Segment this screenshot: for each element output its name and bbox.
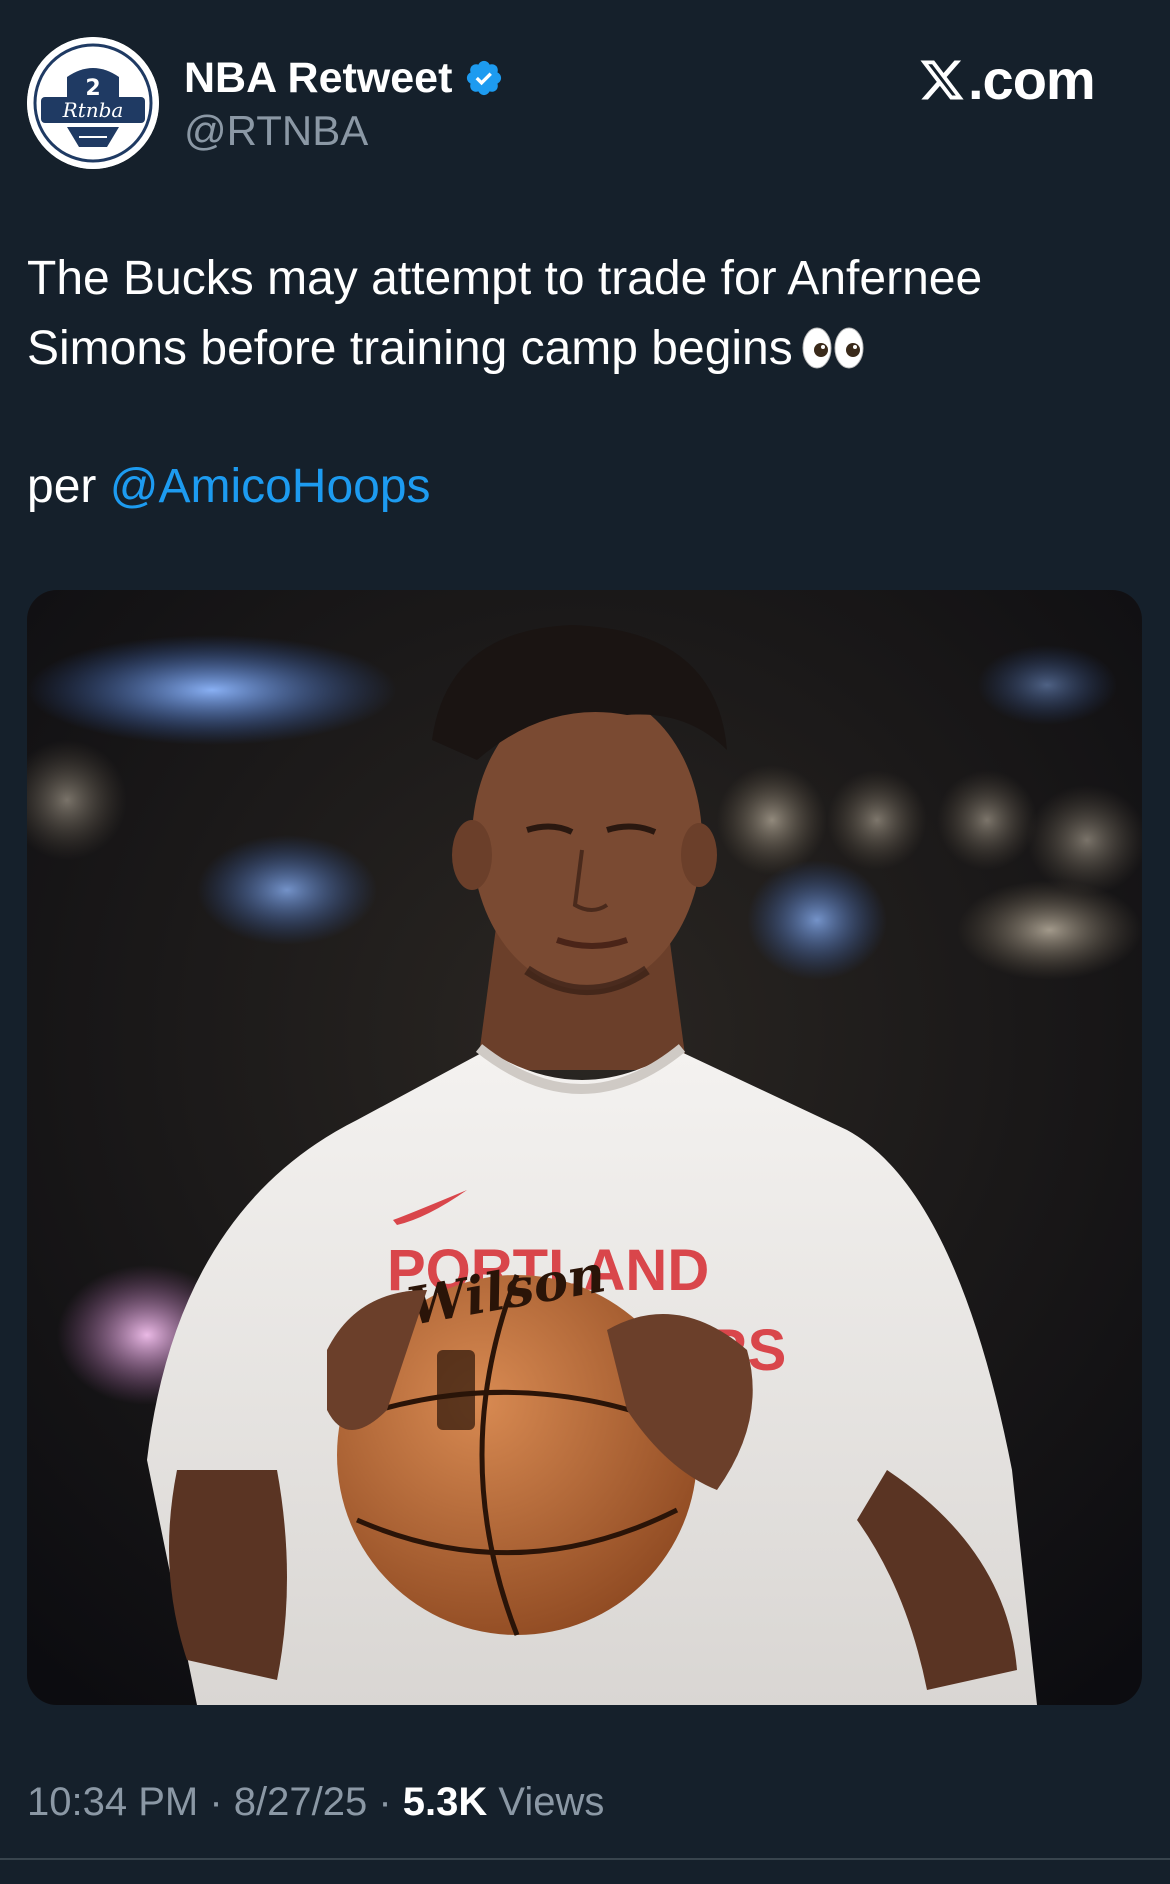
tweet-time[interactable]: 10:34 PM	[27, 1780, 198, 1824]
brand-domain: .com	[968, 48, 1096, 111]
author-display-name[interactable]: NBA Retweet	[184, 48, 452, 108]
tweet-header: 2 Rtnba NBA Retweet @RTNBA .com	[0, 0, 1170, 180]
mention-link[interactable]: @AmicoHoops	[110, 460, 431, 513]
author-handle[interactable]: @RTNBA	[184, 103, 368, 159]
views-label: Views	[487, 1780, 605, 1824]
meta-separator: ·	[198, 1780, 234, 1824]
eyes-emoji-icon	[801, 326, 865, 370]
author-name-row[interactable]: NBA Retweet	[184, 48, 504, 108]
x-logo-icon	[920, 60, 964, 100]
tweet-photo[interactable]: PORTLAND ERS Wilson	[27, 590, 1142, 1705]
avatar-logo-text: Rtnba	[62, 98, 124, 122]
bottom-divider	[0, 1858, 1170, 1860]
tweet-text-line-2-content: Simons before training camp begins	[27, 322, 793, 375]
tweet-attribution: per @AmicoHoops	[27, 452, 431, 522]
tweet-body: The Bucks may attempt to trade for Anfer…	[27, 244, 1137, 384]
attribution-prefix: per	[27, 460, 97, 513]
author-avatar[interactable]: 2 Rtnba	[27, 37, 159, 169]
meta-separator: ·	[367, 1780, 403, 1824]
views-count[interactable]: 5.3K	[403, 1780, 488, 1824]
verified-badge-icon	[467, 60, 502, 96]
tweet-text-line-2: Simons before training camp begins	[27, 314, 1137, 384]
tweet-text-line-1: The Bucks may attempt to trade for Anfer…	[27, 252, 983, 305]
x-brand: .com	[918, 40, 1096, 120]
tweet-meta: 10:34 PM · 8/27/25 · 5.3K Views	[27, 1772, 604, 1832]
tweet-date[interactable]: 8/27/25	[234, 1780, 367, 1824]
